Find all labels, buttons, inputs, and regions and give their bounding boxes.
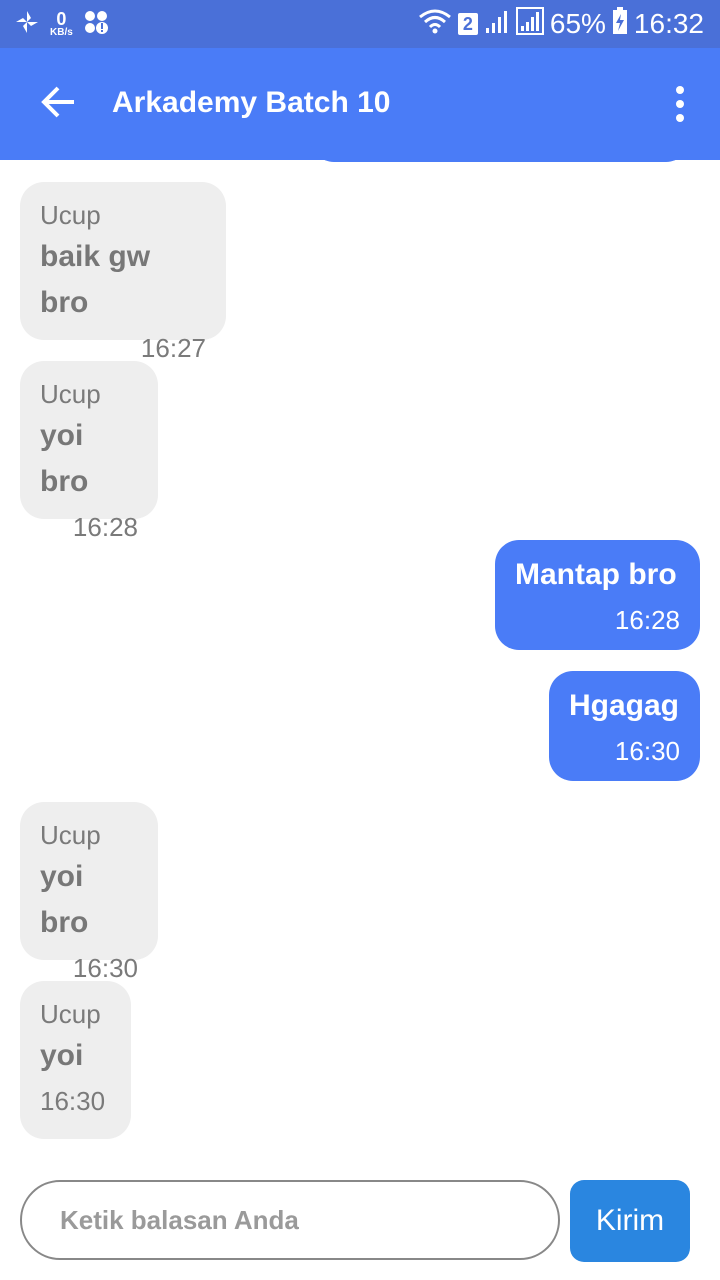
message-text: Mantap bro xyxy=(515,558,677,591)
app-notification-icon xyxy=(83,9,109,40)
message-sender: Ucup xyxy=(40,379,101,409)
message-time: 16:30 xyxy=(614,736,680,766)
network-speed: 0 KB/s xyxy=(50,10,73,38)
message-outgoing: Hgagag 16:30 xyxy=(549,671,700,781)
message-time: 16:30 xyxy=(40,1086,106,1116)
message-text: yoi xyxy=(40,1039,84,1072)
message-input[interactable] xyxy=(20,1180,560,1260)
more-vert-icon xyxy=(676,86,684,94)
arrow-left-icon xyxy=(41,86,74,118)
back-button[interactable] xyxy=(30,74,86,130)
send-button[interactable]: Kirim xyxy=(570,1180,690,1262)
more-vert-icon-dot xyxy=(676,114,684,122)
message-time: 16:28 xyxy=(72,512,138,542)
message-sender: Ucup xyxy=(40,999,101,1029)
more-options-button[interactable] xyxy=(660,74,700,134)
status-right: 2 65% 16:32 xyxy=(418,6,704,42)
network-speed-value: 0 xyxy=(56,9,67,29)
battery-charging-icon xyxy=(612,6,628,42)
page-title: Arkademy Batch 10 xyxy=(112,86,391,119)
signal-icon-2 xyxy=(515,6,544,42)
network-speed-unit: KB/s xyxy=(50,27,73,38)
message-text: yoi bro xyxy=(40,419,89,498)
pinwheel-icon xyxy=(14,9,40,40)
clock: 16:32 xyxy=(633,8,704,39)
message-text: baik gw bro xyxy=(40,240,151,319)
message-sender: Ucup xyxy=(40,820,101,850)
message-incoming: Ucup yoi bro 16:30 xyxy=(20,802,158,983)
battery-percent: 65% xyxy=(549,8,606,39)
message-incoming: Ucup baik gw bro 16:27 xyxy=(20,182,226,363)
message-time: 16:28 xyxy=(614,605,680,635)
status-left: 0 KB/s xyxy=(14,8,109,40)
message-incoming: Ucup yoi bro 16:28 xyxy=(20,361,158,542)
wifi-icon xyxy=(418,8,452,41)
message-outgoing: Mantap bro 16:28 xyxy=(495,540,700,650)
sim-badge: 2 xyxy=(457,13,478,35)
message-incoming: Ucup yoi 16:30 xyxy=(20,981,131,1139)
message-sender: Ucup xyxy=(40,200,101,230)
partially-hidden-message xyxy=(310,130,690,162)
more-vert-icon-dot xyxy=(676,100,684,108)
message-text: Hgagag xyxy=(569,689,680,722)
signal-icon-1 xyxy=(484,8,510,41)
message-text: yoi bro xyxy=(40,860,89,939)
status-bar: 0 KB/s 2 65% 16:32 xyxy=(0,0,720,48)
